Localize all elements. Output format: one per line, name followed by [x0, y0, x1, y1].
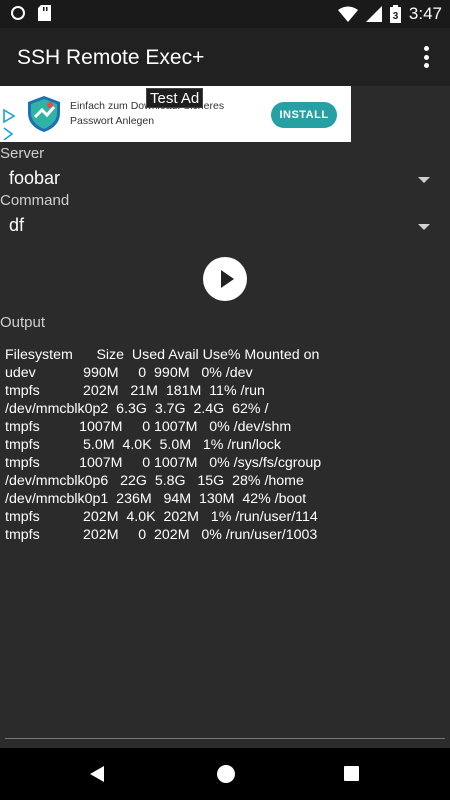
shield-logo-icon — [28, 96, 60, 132]
recent-apps-icon[interactable] — [344, 766, 359, 781]
install-button[interactable]: INSTALL — [271, 102, 337, 128]
overflow-dot-icon — [423, 46, 429, 51]
output-line: /dev/mmcblk0p1 236M 94M 130M 42% /boot — [5, 491, 307, 507]
ad-choices-icon[interactable] — [2, 108, 16, 140]
output-line: /dev/mmcblk0p2 6.3G 3.7G 2.4G 62% / — [5, 401, 269, 417]
overflow-menu-button[interactable] — [414, 44, 438, 70]
server-value: foobar — [9, 168, 61, 188]
server-label: Server — [0, 145, 45, 162]
battery-icon: 3 — [389, 5, 401, 23]
app-bar: SSH Remote Exec+ — [0, 28, 450, 86]
circle-notification-icon — [11, 6, 25, 20]
battery-level-text: 3 — [393, 11, 399, 22]
output-line: /dev/mmcblk0p6 22G 5.8G 15G 28% /home — [5, 473, 304, 489]
dropdown-arrow-icon — [418, 177, 430, 183]
command-output: Filesystem Size Used Avail Use% Mounted … — [5, 346, 321, 544]
navigation-bar — [0, 748, 450, 800]
command-label: Command — [0, 192, 70, 209]
overflow-dot-icon — [423, 54, 429, 60]
output-line: tmpfs 1007M 0 1007M 0% /dev/shm — [5, 419, 292, 435]
output-line: tmpfs 202M 21M 181M 11% /run — [5, 383, 265, 399]
sd-card-icon — [38, 5, 51, 21]
cell-signal-icon — [365, 6, 382, 22]
clock: 3:47 — [408, 4, 442, 23]
home-icon[interactable] — [217, 765, 235, 783]
output-line: tmpfs 1007M 0 1007M 0% /sys/fs/cgroup — [5, 455, 322, 471]
status-bar: 3 3:47 — [0, 0, 450, 28]
output-line: tmpfs 5.0M 4.0K 5.0M 1% /run/lock — [5, 437, 281, 453]
overflow-dot-icon — [423, 63, 429, 68]
command-spinner[interactable]: df — [0, 212, 450, 242]
dropdown-arrow-icon — [418, 224, 430, 230]
app-root: 3 3:47 SSH Remote Exec+ Einfach zum Down… — [0, 0, 450, 800]
command-value: df — [9, 215, 25, 235]
output-line: tmpfs 202M 0 202M 0% /run/user/1003 — [5, 527, 318, 543]
server-spinner[interactable]: foobar — [0, 165, 450, 195]
output-line: Filesystem Size Used Avail Use% Mounted … — [5, 347, 320, 363]
output-line: udev 990M 0 990M 0% /dev — [5, 365, 253, 381]
app-title: SSH Remote Exec+ — [17, 46, 205, 69]
output-label: Output — [0, 314, 46, 331]
test-ad-badge: Test Ad — [146, 88, 204, 108]
back-icon[interactable] — [90, 766, 104, 782]
wifi-icon — [337, 6, 358, 22]
run-command-button[interactable] — [203, 257, 247, 301]
output-line: tmpfs 202M 4.0K 202M 1% /run/user/114 — [5, 509, 318, 525]
play-icon — [220, 270, 234, 288]
divider — [5, 738, 445, 739]
